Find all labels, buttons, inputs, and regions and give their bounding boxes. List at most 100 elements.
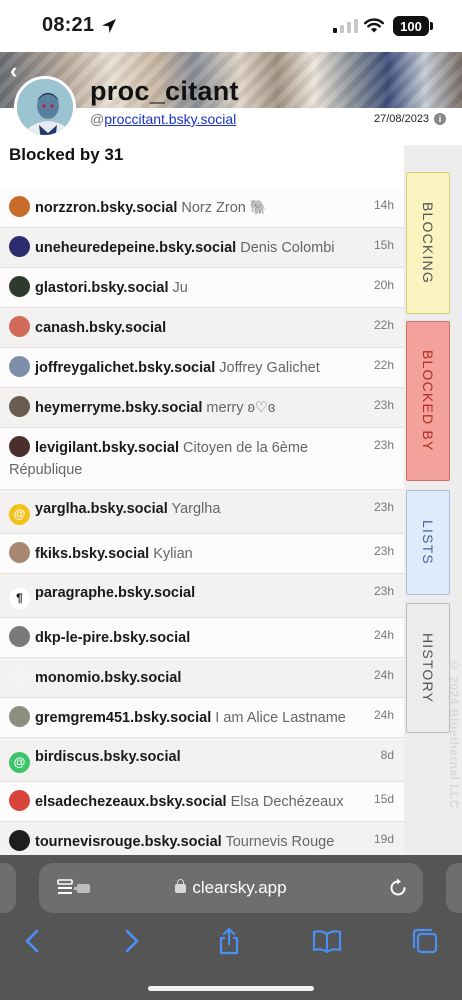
user-display-name: merry ʚ♡ɞ [206, 400, 276, 416]
user-avatar [9, 436, 30, 457]
tab-blocked-by[interactable]: BLOCKED BY [406, 321, 450, 481]
block-time: 24h [373, 708, 394, 722]
tabs-icon[interactable] [410, 927, 440, 955]
user-display-name: I am Alice Lastname [215, 710, 346, 726]
list-item[interactable]: monomio.bsky.social 24h [0, 658, 404, 698]
user-domain[interactable]: tournevisrouge.bsky.social [35, 834, 222, 850]
user-display-name: Joffrey Galichet [219, 360, 320, 376]
user-display-name: Norz Zron 🐘 [181, 200, 268, 216]
status-time: 08:21 [42, 14, 95, 36]
status-bar: 08:21 100 [0, 0, 462, 52]
list-item[interactable]: glastori.bsky.social Ju 20h [0, 268, 404, 308]
block-time: 22h [373, 358, 394, 372]
list-item[interactable]: dkp-le-pire.bsky.social 24h [0, 618, 404, 658]
list-item[interactable]: levigilant.bsky.social Citoyen de la 6èm… [0, 428, 404, 490]
user-domain[interactable]: elsadechezeaux.bsky.social [35, 794, 227, 810]
address-bar[interactable]: clearsky.app [39, 863, 423, 913]
url-text[interactable]: clearsky.app [39, 878, 423, 898]
user-avatar [9, 316, 30, 337]
user-display-name: Yarglha [171, 501, 221, 517]
user-display-name: Elsa Dechézeaux [230, 794, 344, 810]
user-avatar [9, 790, 30, 811]
user-avatar: @ [9, 504, 30, 525]
list-item[interactable]: joffreygalichet.bsky.social Joffrey Gali… [0, 348, 404, 388]
at-sign: @ [90, 111, 105, 127]
battery-indicator: 100 [393, 16, 429, 36]
list-item[interactable]: gremgrem451.bsky.social I am Alice Lastn… [0, 698, 404, 738]
reload-icon[interactable] [387, 877, 409, 899]
user-avatar [9, 276, 30, 297]
location-arrow-icon [102, 19, 116, 33]
user-avatar [9, 542, 30, 563]
user-domain[interactable]: uneheuredepeine.bsky.social [35, 240, 236, 256]
block-time: 23h [373, 438, 394, 452]
block-time: 14h [373, 198, 394, 212]
block-time: 8d [380, 748, 394, 762]
block-time: 23h [373, 544, 394, 558]
block-time: 15d [373, 792, 394, 806]
block-time: 20h [373, 278, 394, 292]
profile-link[interactable]: proccitant.bsky.social [104, 111, 236, 127]
tab-blocked-by-label: BLOCKED BY [420, 350, 436, 452]
user-domain[interactable]: joffreygalichet.bsky.social [35, 360, 215, 376]
list-item[interactable]: heymerryme.bsky.social merry ʚ♡ɞ 23h [0, 388, 404, 428]
home-indicator [148, 986, 314, 991]
user-avatar: @ [9, 752, 30, 773]
list-item[interactable]: @ yarglha.bsky.social Yarglha 23h [0, 490, 404, 534]
list-item[interactable]: elsadechezeaux.bsky.social Elsa Dechézea… [0, 782, 404, 822]
user-avatar [9, 356, 30, 377]
user-avatar [9, 706, 30, 727]
back-arrow-icon[interactable] [18, 927, 48, 955]
tab-lists-label: LISTS [420, 520, 436, 565]
user-display-name: Denis Colombi [240, 240, 335, 256]
previous-tab-pill[interactable] [0, 863, 16, 913]
user-domain[interactable]: monomio.bsky.social [35, 670, 181, 686]
tab-history-label: HISTORY [420, 632, 436, 704]
user-domain[interactable]: norzzron.bsky.social [35, 200, 177, 216]
profile-date: 27/08/2023 i [374, 113, 447, 125]
block-time: 15h [373, 238, 394, 252]
user-avatar: ¶ [9, 588, 30, 609]
user-display-name: Ju [172, 280, 188, 296]
tab-blocking-label: BLOCKING [420, 202, 436, 284]
block-time: 23h [373, 584, 394, 598]
user-domain[interactable]: yarglha.bsky.social [35, 501, 168, 517]
user-domain[interactable]: levigilant.bsky.social [35, 440, 179, 456]
list-item[interactable]: @ birdiscus.bsky.social 8d [0, 738, 404, 782]
info-icon[interactable]: i [434, 113, 447, 125]
back-button[interactable]: ‹ [10, 60, 30, 82]
user-domain[interactable]: gremgrem451.bsky.social [35, 710, 211, 726]
user-domain[interactable]: paragraphe.bsky.social [35, 585, 195, 601]
user-avatar [9, 666, 30, 687]
forward-arrow-icon[interactable] [116, 927, 146, 955]
user-avatar [9, 396, 30, 417]
user-domain[interactable]: fkiks.bsky.social [35, 546, 149, 562]
bookmarks-icon[interactable] [312, 927, 342, 955]
profile-handle: proc_citant [90, 76, 239, 106]
tab-blocking[interactable]: BLOCKING [406, 172, 450, 314]
block-time: 19d [373, 832, 394, 846]
user-domain[interactable]: glastori.bsky.social [35, 280, 169, 296]
tab-lists[interactable]: LISTS [406, 490, 450, 595]
user-domain[interactable]: canash.bsky.social [35, 320, 166, 336]
user-domain[interactable]: heymerryme.bsky.social [35, 400, 202, 416]
list-item[interactable]: norzzron.bsky.social Norz Zron 🐘 14h [0, 188, 404, 228]
user-domain[interactable]: dkp-le-pire.bsky.social [35, 630, 190, 646]
user-domain[interactable]: birdiscus.bsky.social [35, 749, 181, 765]
list-item[interactable]: uneheuredepeine.bsky.social Denis Colomb… [0, 228, 404, 268]
list-item[interactable]: canash.bsky.social 22h [0, 308, 404, 348]
list-item[interactable]: ¶ paragraphe.bsky.social 23h [0, 574, 404, 618]
block-time: 23h [373, 500, 394, 514]
block-time: 24h [373, 668, 394, 682]
url-label: clearsky.app [192, 878, 287, 897]
profile-link-line: @proccitant.bsky.social [90, 111, 236, 127]
tab-history[interactable]: HISTORY [406, 603, 450, 733]
user-display-name: Kylian [153, 546, 193, 562]
lock-icon [175, 879, 187, 893]
list-item[interactable]: fkiks.bsky.social Kylian 23h [0, 534, 404, 574]
user-avatar [9, 626, 30, 647]
block-time: 23h [373, 398, 394, 412]
share-icon[interactable] [214, 927, 244, 955]
next-tab-pill[interactable] [446, 863, 462, 913]
profile-date-text: 27/08/2023 [374, 113, 430, 125]
